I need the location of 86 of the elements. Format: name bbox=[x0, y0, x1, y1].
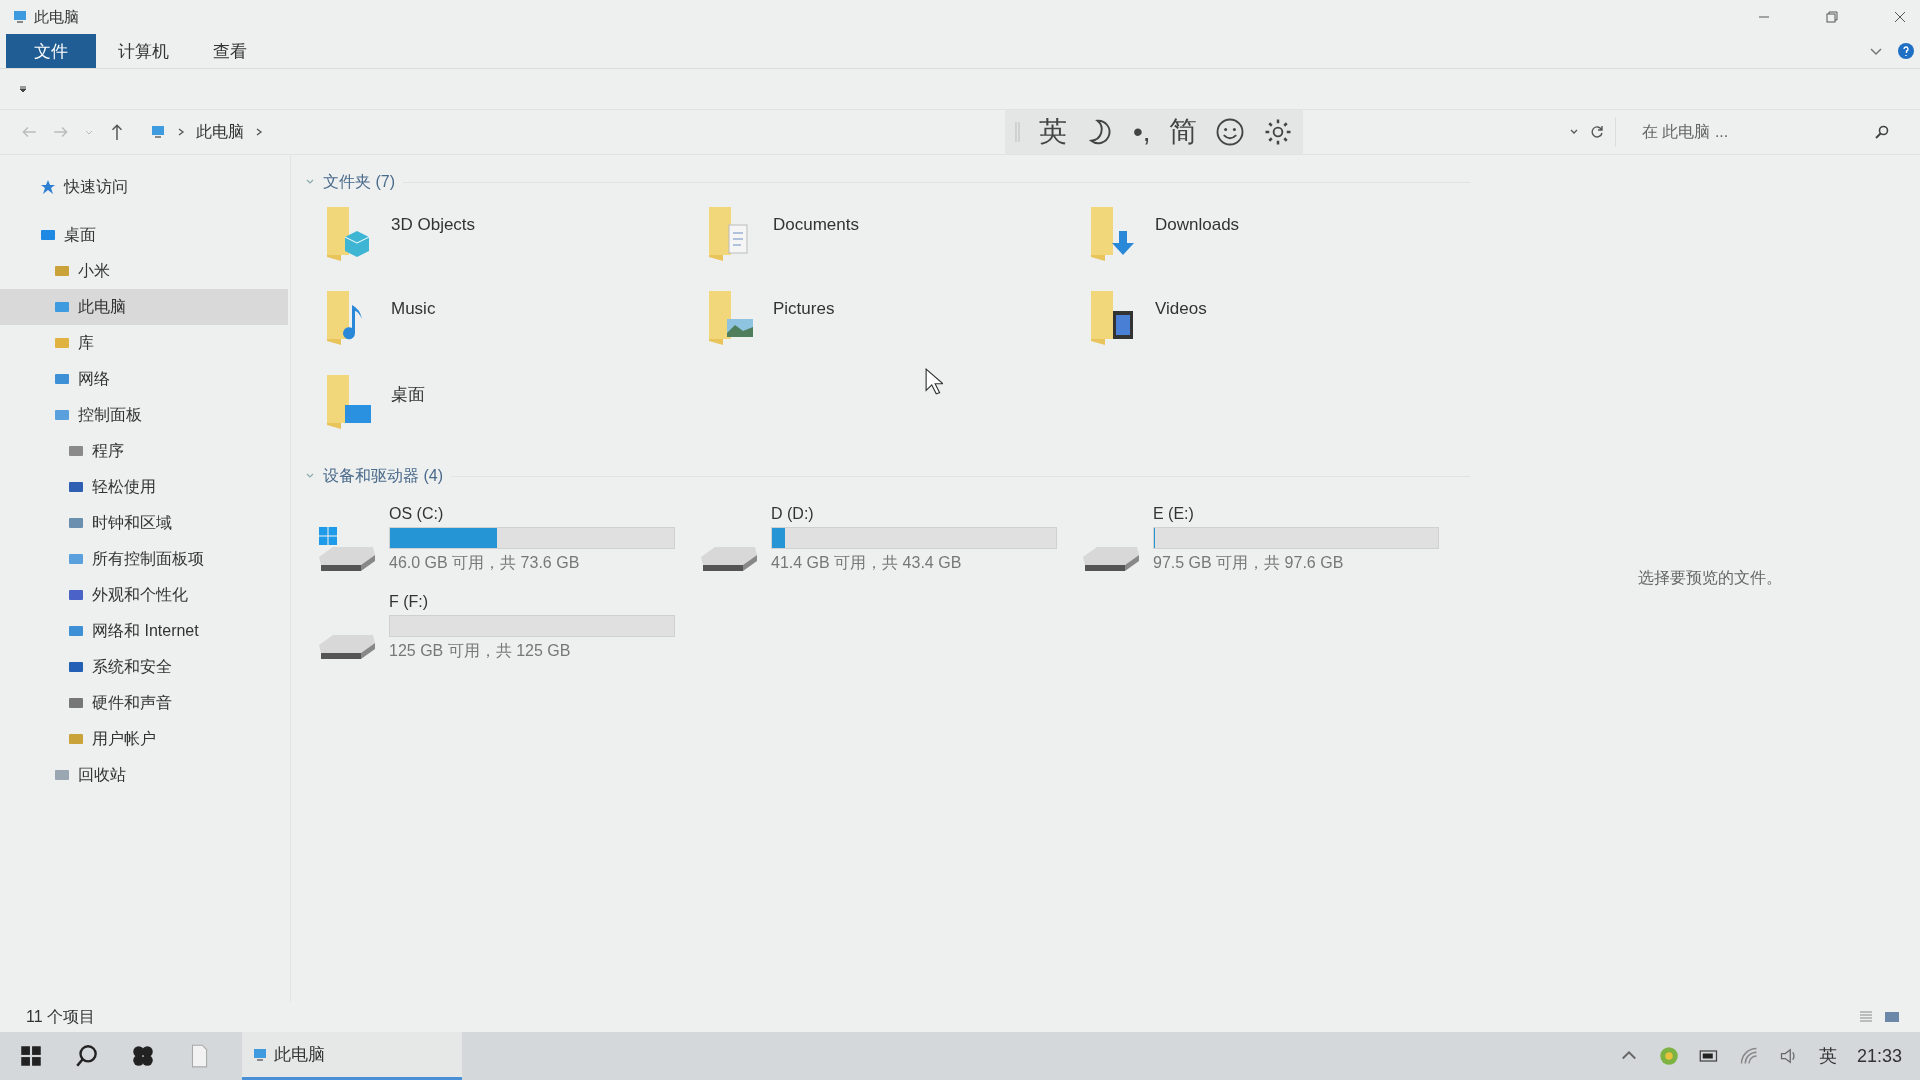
sidebar-item[interactable]: 系统和安全 bbox=[0, 649, 288, 685]
ime-indicator[interactable]: 英 bbox=[1818, 1044, 1837, 1068]
nav-tile-icon bbox=[68, 587, 84, 603]
drive-item[interactable]: F (F:) 125 GB 可用，共 125 GB bbox=[319, 583, 701, 671]
breadcrumb-item[interactable]: 此电脑 bbox=[196, 121, 244, 143]
nav-tile-icon bbox=[54, 263, 70, 279]
drive-item[interactable]: E (E:) 97.5 GB 可用，共 97.6 GB bbox=[1083, 495, 1465, 583]
item-count: 11 个项目 bbox=[26, 1006, 96, 1027]
sidebar-item[interactable]: 程序 bbox=[0, 433, 288, 469]
computer-icon bbox=[150, 124, 166, 140]
nav-tile-icon bbox=[68, 623, 84, 639]
chevron-right-icon[interactable] bbox=[176, 127, 186, 137]
sidebar-item[interactable]: 控制面板 bbox=[0, 397, 288, 433]
preview-message: 选择要预览的文件。 bbox=[1638, 568, 1782, 588]
folder-item[interactable]: Videos bbox=[1083, 285, 1465, 369]
computer-icon bbox=[252, 1046, 268, 1063]
flower-icon[interactable] bbox=[130, 1043, 156, 1069]
sidebar-item[interactable]: 桌面 bbox=[0, 217, 288, 253]
nav-tile-icon bbox=[54, 371, 70, 387]
ime-punctuation[interactable]: •, bbox=[1133, 116, 1151, 148]
nav-tile-icon bbox=[40, 179, 56, 195]
ribbon-tab[interactable]: 查看 bbox=[191, 34, 269, 68]
drive-item[interactable]: OS (C:) 46.0 GB 可用，共 73.6 GB bbox=[319, 495, 701, 583]
nav-tile-icon bbox=[68, 515, 84, 531]
sidebar-item[interactable]: 硬件和声音 bbox=[0, 685, 288, 721]
folder-item[interactable]: Music bbox=[319, 285, 701, 369]
hard-drive-icon bbox=[319, 635, 375, 659]
folder-item[interactable]: Documents bbox=[701, 201, 1083, 285]
cursor-icon bbox=[925, 368, 943, 395]
nav-tile-icon bbox=[68, 479, 84, 495]
sidebar-item[interactable]: 时钟和区域 bbox=[0, 505, 288, 541]
folder-item[interactable]: Downloads bbox=[1083, 201, 1465, 285]
sidebar-item[interactable]: 快速访问 bbox=[0, 169, 288, 205]
nav-tile-icon bbox=[68, 731, 84, 747]
sidebar-item[interactable]: 用户帐户 bbox=[0, 721, 288, 757]
nav-tile-icon bbox=[68, 695, 84, 711]
search-field[interactable]: 在 此电脑 ... bbox=[1640, 122, 1874, 142]
wifi-icon[interactable] bbox=[1738, 1046, 1759, 1066]
sidebar-item[interactable]: 此电脑 bbox=[0, 289, 288, 325]
nav-tile-icon bbox=[68, 551, 84, 567]
restore-icon[interactable] bbox=[1824, 9, 1840, 25]
search-icon[interactable] bbox=[1874, 124, 1890, 140]
sidebar-item[interactable]: 轻松使用 bbox=[0, 469, 288, 505]
nav-tile-icon bbox=[54, 767, 70, 783]
chevron-right-icon[interactable] bbox=[254, 127, 264, 137]
computer-icon bbox=[12, 9, 28, 25]
sidebar-item[interactable]: 小米 bbox=[0, 253, 288, 289]
help-icon[interactable] bbox=[1898, 43, 1914, 59]
folder-item[interactable]: 桌面 bbox=[319, 369, 701, 453]
nav-tile-icon bbox=[68, 659, 84, 675]
ribbon-tab[interactable]: 计算机 bbox=[96, 34, 191, 68]
nav-tile-icon bbox=[54, 299, 70, 315]
refresh-icon[interactable] bbox=[1589, 124, 1605, 140]
smiley-icon[interactable] bbox=[1214, 117, 1245, 147]
clock[interactable]: 21:33 bbox=[1856, 1045, 1902, 1067]
drive-space-text: 97.5 GB 可用，共 97.6 GB bbox=[1153, 552, 1345, 573]
large-icons-view-icon[interactable] bbox=[1884, 1009, 1900, 1025]
nav-tile-icon bbox=[54, 407, 70, 423]
taskbar-app[interactable]: 此电脑 bbox=[242, 1032, 462, 1080]
drive-space-text: 41.4 GB 可用，共 43.4 GB bbox=[771, 552, 963, 573]
ribbon-tab[interactable]: 文件 bbox=[6, 34, 96, 68]
close-icon[interactable] bbox=[1892, 9, 1908, 25]
sidebar-item[interactable]: 所有控制面板项 bbox=[0, 541, 288, 577]
drive-item[interactable]: D (D:) 41.4 GB 可用，共 43.4 GB bbox=[701, 495, 1083, 583]
hard-drive-icon bbox=[1083, 547, 1139, 571]
hard-drive-icon bbox=[701, 547, 757, 571]
section-header[interactable]: 文件夹 (7) bbox=[323, 171, 395, 193]
sidebar-item[interactable]: 网络和 Internet bbox=[0, 613, 288, 649]
folder-item[interactable]: Pictures bbox=[701, 285, 1083, 369]
nav-tile-icon bbox=[68, 443, 84, 459]
folder-item[interactable]: 3D Objects bbox=[319, 201, 701, 285]
windows-logo-icon bbox=[319, 527, 337, 545]
nav-tile-icon bbox=[54, 335, 70, 351]
drive-space-text: 46.0 GB 可用，共 73.6 GB bbox=[389, 552, 581, 573]
sidebar-item[interactable]: 外观和个性化 bbox=[0, 577, 288, 613]
sidebar-item[interactable]: 回收站 bbox=[0, 757, 288, 793]
drive-space-text: 125 GB 可用，共 125 GB bbox=[389, 640, 572, 661]
sidebar-item[interactable]: 库 bbox=[0, 325, 288, 361]
section-header[interactable]: 设备和驱动器 (4) bbox=[323, 465, 443, 487]
window-title: 此电脑 bbox=[34, 7, 79, 27]
hard-drive-icon bbox=[319, 547, 375, 571]
search-icon[interactable] bbox=[74, 1043, 100, 1069]
nav-tile-icon bbox=[40, 227, 56, 243]
sidebar-item[interactable]: 网络 bbox=[0, 361, 288, 397]
customize-toolbar-icon[interactable] bbox=[18, 84, 28, 94]
windows-start-icon[interactable] bbox=[18, 1043, 44, 1069]
